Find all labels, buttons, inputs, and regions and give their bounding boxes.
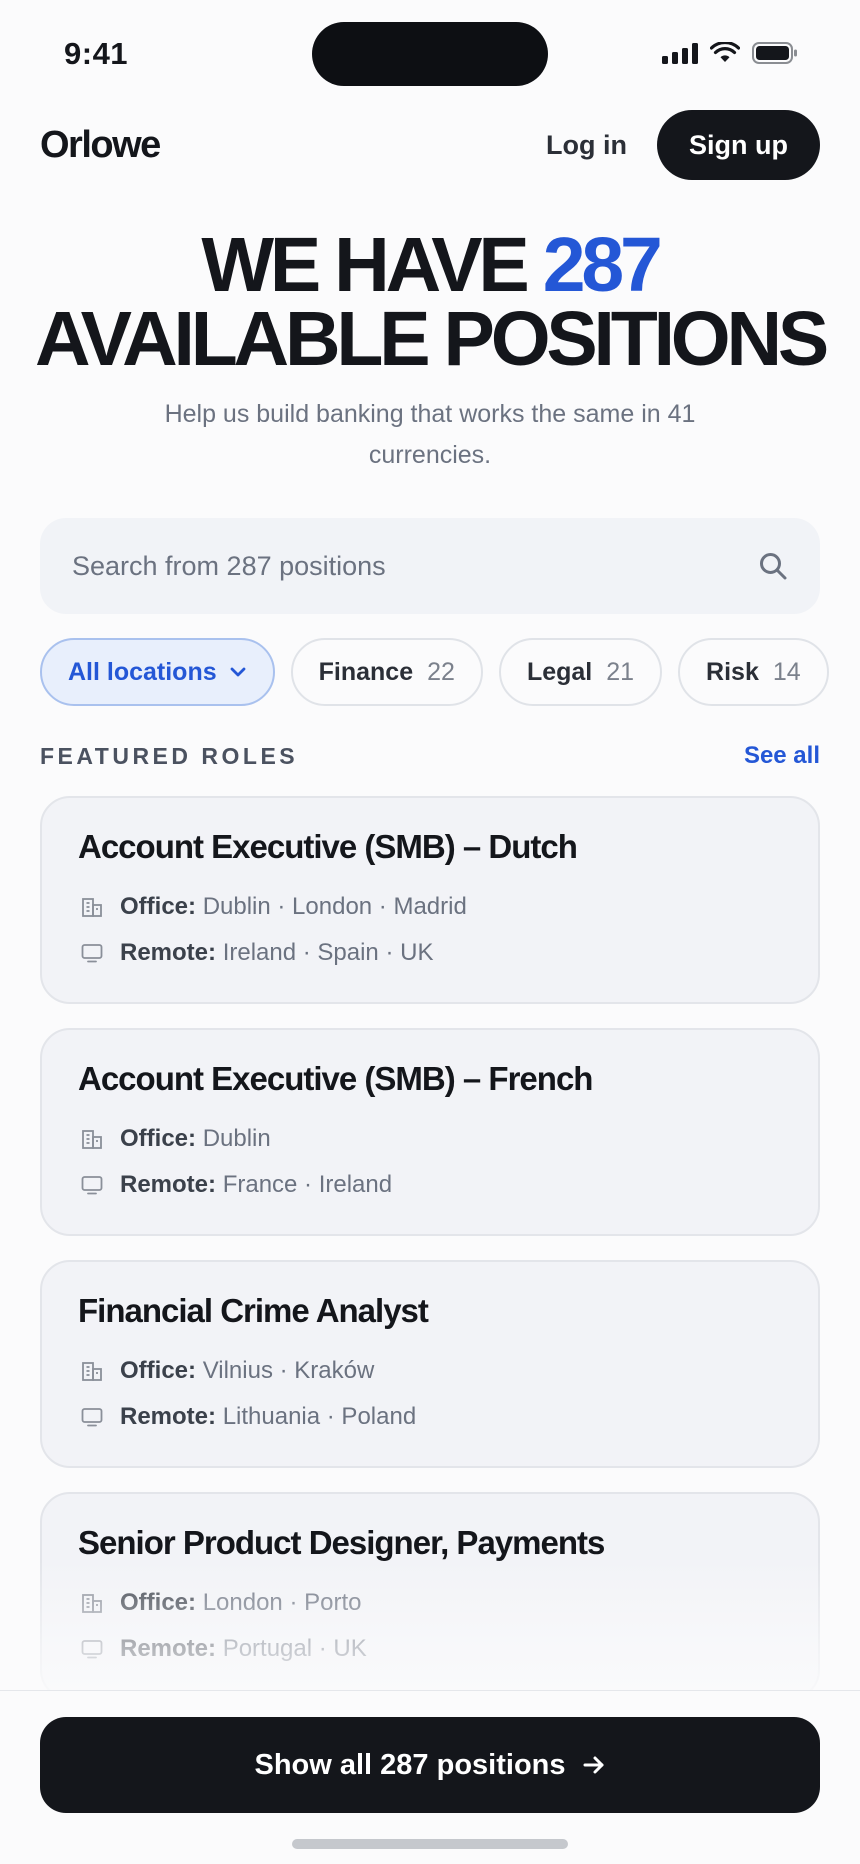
remote-label: Remote: [120,1171,217,1198]
search-icon[interactable] [758,551,788,581]
role-office: Office: Vilnius · Kraków [78,1348,782,1394]
role-card[interactable]: Account Executive (SMB) – French Office:… [40,1028,820,1236]
office-building-icon [78,1127,106,1151]
role-title: Senior Product Designer, Payments [78,1524,605,1561]
role-title: Account Executive (SMB) – French [78,1060,593,1097]
dynamic-island [312,22,548,86]
show-all-positions-button[interactable]: Show all 287 positions [40,1717,820,1813]
chip-count: 22 [427,657,455,686]
location-filter-dropdown[interactable]: All locations [40,638,275,706]
role-title: Financial Crime Analyst [78,1292,429,1329]
remote-locations: France · Ireland [222,1171,393,1198]
remote-label: Remote: [120,1635,217,1662]
cellular-signal-icon [662,42,698,64]
role-card[interactable]: Financial Crime Analyst Office: Vilnius … [40,1260,820,1468]
role-title: Account Executive (SMB) – Dutch [78,828,578,865]
monitor-icon [78,941,106,965]
office-label: Office: [120,1589,197,1616]
chevron-down-icon [230,667,246,677]
hero: WE HAVE 287 AVAILABLE POSITIONS Help us … [0,227,860,476]
role-remote: Remote: Ireland · Spain · UK [78,930,782,976]
office-label: Office: [120,1357,197,1384]
role-card[interactable]: Senior Product Designer, Payments Office… [40,1492,820,1700]
office-building-icon [78,1359,106,1383]
remote-locations: Portugal · UK [222,1635,367,1662]
role-remote: Remote: Lithuania · Poland [78,1394,782,1440]
chip-label: Risk [706,657,759,686]
search-placeholder: Search from 287 positions [72,550,386,581]
chip-count: 21 [606,657,635,686]
filter-chip-risk[interactable]: Risk 14 [678,638,829,706]
remote-label: Remote: [120,939,217,966]
status-time: 9:41 [64,36,129,71]
role-remote: Remote: France · Ireland [78,1162,782,1208]
bottom-action-bar: Show all 287 positions [0,1690,860,1864]
filter-chips: All locations Finance 22 Legal 21 Risk 1… [40,638,860,706]
status-icons [662,42,798,64]
hero-heading-line1: WE HAVE 287 [0,227,860,304]
office-building-icon [78,895,106,919]
section-title: FEATURED ROLES [40,742,299,769]
role-office: Office: London · Porto [78,1580,782,1626]
battery-icon [752,42,797,64]
chip-count: 14 [772,657,801,686]
monitor-icon [78,1637,106,1661]
chip-label: Legal [526,657,593,686]
wifi-icon [710,42,740,62]
home-indicator[interactable] [292,1839,568,1849]
office-building-icon [78,1591,106,1615]
role-office: Office: Dublin · London · Madrid [78,884,782,930]
hero-subtitle: Help us build banking that works the sam… [164,400,696,469]
arrow-right-icon [583,1756,603,1774]
remote-locations: Lithuania · Poland [222,1403,417,1430]
office-locations: London · Porto [202,1589,362,1616]
filter-chip-legal[interactable]: Legal 21 [498,638,663,706]
see-all-link[interactable]: See all [744,742,820,770]
brand-logo[interactable]: Orlowe [40,124,161,167]
status-bar: 9:41 [0,0,860,106]
role-remote: Remote: Portugal · UK [78,1626,782,1672]
signup-button[interactable]: Sign up [657,110,820,180]
nav-actions: Log in Sign up [546,110,820,180]
office-locations: Dublin [202,1125,271,1152]
search-input[interactable]: Search from 287 positions [40,518,820,614]
role-card[interactable]: Account Executive (SMB) – Dutch Office: … [40,796,820,1004]
office-locations: Dublin · London · Madrid [202,893,467,920]
office-locations: Vilnius · Kraków [202,1357,375,1384]
filter-chip-finance[interactable]: Finance 22 [290,638,483,706]
hero-heading-line2: AVAILABLE POSITIONS [34,296,829,382]
office-label: Office: [120,893,197,920]
chip-label: Finance [318,657,414,686]
role-office: Office: Dublin [78,1116,782,1162]
monitor-icon [78,1173,106,1197]
location-filter-label: All locations [68,657,217,686]
remote-locations: Ireland · Spain · UK [222,939,434,966]
monitor-icon [78,1405,106,1429]
login-link[interactable]: Log in [546,130,627,161]
featured-roles-header: FEATURED ROLES See all [40,742,820,770]
office-label: Office: [120,1125,197,1152]
featured-roles-list: Account Executive (SMB) – Dutch Office: … [40,796,820,1724]
top-nav: Orlowe Log in Sign up [40,110,820,180]
remote-label: Remote: [120,1403,217,1430]
cta-label: Show all 287 positions [254,1748,566,1781]
